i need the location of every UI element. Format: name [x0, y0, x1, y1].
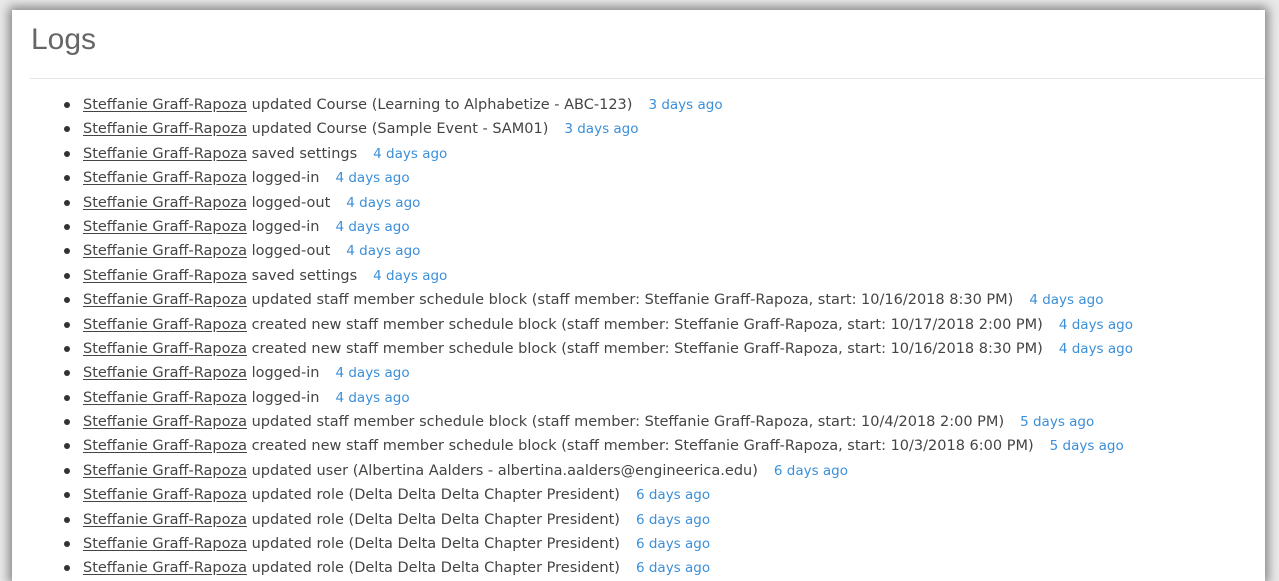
log-action: saved settings	[251, 145, 358, 162]
log-timestamp: 4 days ago	[335, 389, 410, 406]
log-action: updated role (Delta Delta Delta Chapter …	[251, 560, 620, 577]
log-entry: Steffanie Graff-Rapoza logged-in 4 days a…	[64, 361, 1133, 385]
log-user-link[interactable]: Steffanie Graff-Rapoza	[83, 487, 247, 503]
log-entry: Steffanie Graff-Rapoza saved settings 4 d…	[64, 142, 1133, 166]
log-timestamp: 5 days ago	[1049, 438, 1124, 455]
page-title: Logs	[31, 23, 97, 56]
log-entry: Steffanie Graff-Rapoza updated role (Del…	[64, 483, 1133, 507]
log-entry: Steffanie Graff-Rapoza updated role (Del…	[64, 508, 1133, 532]
log-entry: Steffanie Graff-Rapoza logged-in 4 days a…	[64, 215, 1133, 239]
log-user-link[interactable]: Steffanie Graff-Rapoza	[83, 536, 247, 552]
log-entry: Steffanie Graff-Rapoza updated Course (L…	[64, 93, 1133, 117]
log-timestamp: 6 days ago	[635, 536, 711, 553]
title-divider	[30, 78, 1265, 79]
log-timestamp: 4 days ago	[335, 365, 410, 382]
log-timestamp: 4 days ago	[373, 145, 448, 162]
log-action: updated role (Delta Delta Delta Chapter …	[251, 487, 620, 504]
log-entry: Steffanie Graff-Rapoza logged-in 4 days a…	[64, 386, 1133, 410]
log-user-link[interactable]: Steffanie Graff-Rapoza	[83, 268, 247, 284]
log-entry: Steffanie Graff-Rapoza saved settings 4 d…	[64, 264, 1133, 288]
log-timestamp: 4 days ago	[346, 243, 421, 260]
log-entry: Steffanie Graff-Rapoza created new staff…	[64, 337, 1133, 361]
log-entry: Steffanie Graff-Rapoza created new staff…	[64, 434, 1133, 458]
log-user-link[interactable]: Steffanie Graff-Rapoza	[83, 438, 247, 454]
log-user-link[interactable]: Steffanie Graff-Rapoza	[83, 414, 247, 430]
log-action: created new staff member schedule block …	[251, 340, 1043, 357]
log-action: updated role (Delta Delta Delta Chapter …	[251, 536, 620, 553]
log-entry: Steffanie Graff-Rapoza logged-out 4 days …	[64, 239, 1133, 263]
log-user-link[interactable]: Steffanie Graff-Rapoza	[83, 512, 247, 528]
log-user-link[interactable]: Steffanie Graff-Rapoza	[83, 341, 247, 357]
log-action: updated Course (Sample Event - SAM01)	[251, 121, 549, 138]
log-user-link[interactable]: Steffanie Graff-Rapoza	[83, 463, 247, 479]
log-action: created new staff member schedule block …	[251, 438, 1034, 455]
log-action: updated staff member schedule block (sta…	[251, 292, 1014, 309]
log-list: Steffanie Graff-Rapoza updated Course (L…	[64, 93, 1133, 581]
log-action: logged-out	[251, 194, 331, 211]
log-action: updated user (Albertina Aalders - albert…	[251, 462, 758, 479]
log-entry: Steffanie Graff-Rapoza logged-in 4 days a…	[64, 166, 1133, 190]
log-action: logged-in	[251, 365, 320, 382]
log-user-link[interactable]: Steffanie Graff-Rapoza	[83, 219, 247, 235]
log-user-link[interactable]: Steffanie Graff-Rapoza	[83, 243, 247, 259]
logs-panel: Logs Steffanie Graff-Rapoza updated Cour…	[12, 10, 1265, 581]
log-user-link[interactable]: Steffanie Graff-Rapoza	[83, 560, 247, 576]
log-user-link[interactable]: Steffanie Graff-Rapoza	[83, 97, 247, 113]
log-action: logged-in	[251, 389, 320, 406]
log-timestamp: 5 days ago	[1020, 414, 1095, 431]
log-entry: Steffanie Graff-Rapoza updated role (Del…	[64, 556, 1133, 580]
log-entry: Steffanie Graff-Rapoza updated Course (S…	[64, 117, 1133, 141]
log-timestamp: 4 days ago	[335, 170, 410, 187]
log-user-link[interactable]: Steffanie Graff-Rapoza	[83, 292, 247, 308]
log-timestamp: 4 days ago	[1058, 340, 1133, 357]
log-user-link[interactable]: Steffanie Graff-Rapoza	[83, 317, 247, 333]
log-user-link[interactable]: Steffanie Graff-Rapoza	[83, 146, 247, 162]
log-action: created new staff member schedule block …	[251, 316, 1043, 333]
log-user-link[interactable]: Steffanie Graff-Rapoza	[83, 121, 247, 137]
log-action: logged-out	[251, 243, 331, 260]
log-action: updated staff member schedule block (sta…	[251, 414, 1005, 431]
log-entry: Steffanie Graff-Rapoza logged-out 4 days …	[64, 191, 1133, 215]
log-timestamp: 4 days ago	[346, 194, 421, 211]
log-timestamp: 6 days ago	[635, 560, 711, 577]
log-action: saved settings	[251, 267, 358, 284]
log-timestamp: 6 days ago	[635, 487, 711, 504]
log-entry: Steffanie Graff-Rapoza updated user (Alb…	[64, 459, 1133, 483]
log-action: updated role (Delta Delta Delta Chapter …	[251, 511, 620, 528]
log-timestamp: 4 days ago	[335, 218, 410, 235]
log-entry: Steffanie Graff-Rapoza updated staff mem…	[64, 288, 1133, 312]
log-timestamp: 3 days ago	[564, 121, 639, 138]
log-entry: Steffanie Graff-Rapoza updated role (Del…	[64, 532, 1133, 556]
log-timestamp: 4 days ago	[1058, 316, 1133, 333]
log-user-link[interactable]: Steffanie Graff-Rapoza	[83, 195, 247, 211]
log-timestamp: 4 days ago	[373, 267, 448, 284]
log-timestamp: 6 days ago	[773, 462, 849, 479]
log-action: logged-in	[251, 170, 320, 187]
log-timestamp: 6 days ago	[635, 511, 711, 528]
log-user-link[interactable]: Steffanie Graff-Rapoza	[83, 365, 247, 381]
log-timestamp: 3 days ago	[648, 97, 723, 113]
log-entry: Steffanie Graff-Rapoza updated staff mem…	[64, 410, 1133, 434]
log-action: logged-in	[251, 218, 320, 235]
log-action: updated Course (Learning to Alphabetize …	[251, 97, 633, 113]
log-user-link[interactable]: Steffanie Graff-Rapoza	[83, 170, 247, 186]
log-entry: Steffanie Graff-Rapoza created new staff…	[64, 313, 1133, 337]
log-timestamp: 4 days ago	[1029, 292, 1104, 309]
log-user-link[interactable]: Steffanie Graff-Rapoza	[83, 390, 247, 406]
